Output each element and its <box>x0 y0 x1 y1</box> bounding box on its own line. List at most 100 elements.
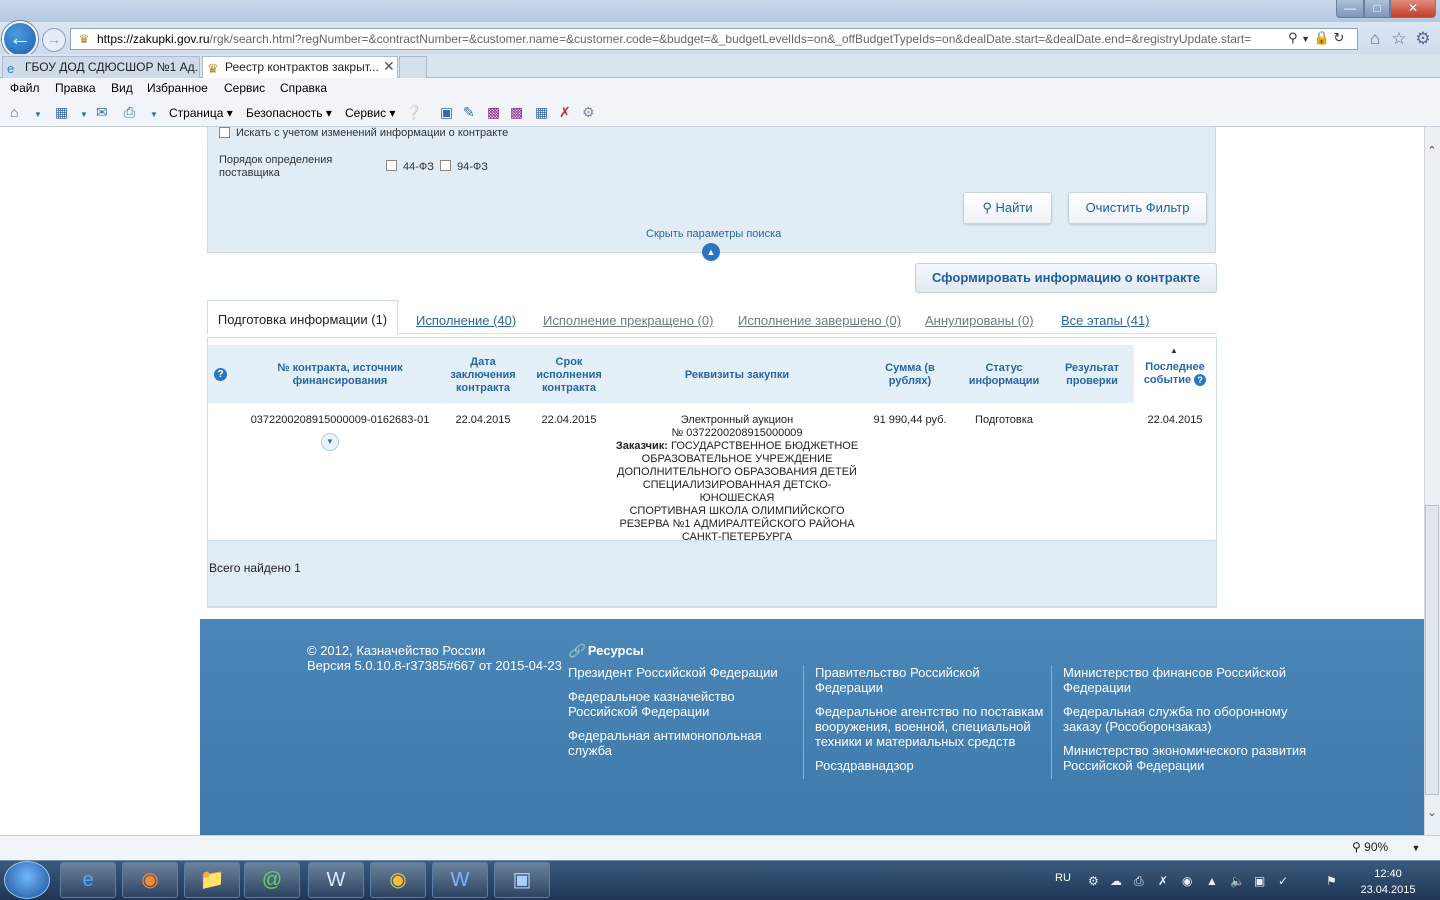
footer-link[interactable]: Президент Российской Федерации <box>568 665 798 680</box>
header-execution-term[interactable]: Срок исполнения контракта <box>527 356 611 395</box>
law-94-checkbox[interactable] <box>440 160 451 171</box>
cell-contract-number[interactable]: 0372200208915000009-0162683-01 <box>250 414 430 427</box>
find-button[interactable]: ⚲ Найти <box>963 192 1052 224</box>
file-explorer-icon[interactable]: 📁 <box>184 862 240 898</box>
mail-agent-icon[interactable]: @ <box>244 862 300 898</box>
volume-icon[interactable]: 🔈 <box>1230 874 1245 888</box>
image-viewer-icon[interactable]: ▣ <box>494 862 550 898</box>
footer-link[interactable]: Федеральное казначейство Российской Федер… <box>568 689 798 719</box>
help-icon[interactable]: ? <box>1194 374 1207 386</box>
close-tab-icon[interactable]: ✕ <box>383 56 395 76</box>
lock-icon[interactable]: 🔒 <box>1314 30 1330 45</box>
toolbar-addon-icon[interactable]: ▩ <box>510 104 523 121</box>
tab-stage-completed[interactable]: Исполнение завершено (0) <box>738 313 901 328</box>
tab-stage-all[interactable]: Все этапы (41) <box>1061 313 1150 328</box>
dropdown-icon[interactable]: ▼ <box>34 110 42 119</box>
tab-stage-preparation[interactable]: Подготовка информации (1) <box>207 300 398 335</box>
maximize-button[interactable]: □ <box>1364 0 1390 18</box>
menu-file[interactable]: Файл <box>10 81 40 95</box>
header-requisites[interactable]: Реквизиты закупки <box>637 369 837 382</box>
hide-search-params-link[interactable]: Скрыть параметры поиска <box>646 228 781 240</box>
sort-ascending-icon[interactable]: ▲ <box>1170 346 1178 355</box>
help-icon[interactable]: ❔ <box>405 104 422 121</box>
firefox-icon[interactable]: ◉ <box>122 862 178 898</box>
gear-icon[interactable]: ⚙ <box>1412 28 1434 50</box>
tab-stage-execution[interactable]: Исполнение (40) <box>416 313 516 328</box>
page-menu[interactable]: Страница ▾ <box>169 106 233 120</box>
browser-tab-2[interactable]: ♛ Реестр контрактов закрыт... <box>202 56 398 78</box>
action-center-icon[interactable]: ⚑ <box>1326 874 1337 888</box>
dropdown-icon[interactable]: ▼ <box>1301 34 1310 44</box>
tray-icon[interactable]: ◉ <box>1182 874 1192 888</box>
new-tab-button[interactable] <box>399 56 427 78</box>
scroll-up-icon[interactable]: ⌃ <box>1424 144 1440 157</box>
address-bar[interactable]: https://zakupki.gov.ru/rgk/search.html?r… <box>70 28 1358 50</box>
tab-stage-terminated[interactable]: Исполнение прекращено (0) <box>543 313 713 328</box>
scroll-down-icon[interactable]: ⌄ <box>1424 806 1440 819</box>
footer-link[interactable]: Федеральная служба по оборонному заказу (… <box>1063 704 1313 734</box>
print-icon[interactable]: ⎙ <box>124 104 135 121</box>
internet-explorer-icon[interactable]: e <box>60 862 116 898</box>
security-menu[interactable]: Безопасность ▾ <box>246 106 332 120</box>
header-sum[interactable]: Сумма (в рублях) <box>871 362 949 388</box>
windows-start-icon[interactable] <box>4 861 50 899</box>
language-indicator[interactable]: RU <box>1055 872 1071 884</box>
gear-icon[interactable]: ⚙ <box>582 104 595 121</box>
menu-favorites[interactable]: Избранное <box>147 81 208 95</box>
network-icon[interactable]: ▣ <box>1254 874 1265 888</box>
toolbar-addon-icon[interactable]: ▦ <box>535 104 548 121</box>
footer-link[interactable]: Федеральная антимонопольная служба <box>568 728 798 758</box>
footer-link[interactable]: Правительство Российской Федерации <box>815 665 1047 695</box>
system-clock[interactable]: 12:40 23.04.2015 <box>1356 866 1420 898</box>
expand-icon[interactable]: ▼ <box>321 433 339 451</box>
toolbar-addon-icon[interactable]: ✗ <box>559 104 571 121</box>
word-document-icon[interactable]: W <box>308 862 364 898</box>
zoom-control[interactable]: ⚲ 90% ▼ <box>1352 840 1420 854</box>
toolbar-addon-icon[interactable]: ▣ <box>440 104 453 121</box>
feeds-icon[interactable]: ▦ <box>55 104 68 121</box>
minimize-button[interactable]: — <box>1336 0 1364 18</box>
header-conclusion-date[interactable]: Дата заключения контракта <box>441 356 525 395</box>
cell-requisites[interactable]: Электронный аукцион № 037220020891500000… <box>607 414 867 544</box>
word-icon[interactable]: W <box>432 862 488 898</box>
footer-link[interactable]: Министерство финансов Российской Федераци… <box>1063 665 1313 695</box>
back-arrow-icon[interactable]: ← <box>2 21 38 57</box>
toolbar-addon-icon[interactable]: ▩ <box>487 104 500 121</box>
menu-help[interactable]: Справка <box>280 81 327 95</box>
tray-icon[interactable]: ✗ <box>1158 874 1168 888</box>
close-window-button[interactable]: ✕ <box>1390 0 1436 18</box>
home-icon[interactable]: ⌂ <box>1364 28 1386 50</box>
menu-view[interactable]: Вид <box>111 81 133 95</box>
law-44-checkbox[interactable] <box>386 160 397 171</box>
header-status[interactable]: Статус информации <box>962 362 1046 388</box>
tray-icon[interactable]: ✓ <box>1278 874 1288 888</box>
search-icon[interactable]: ⚲ <box>1288 30 1298 45</box>
star-icon[interactable]: ☆ <box>1388 28 1410 50</box>
footer-link[interactable]: Федеральное агентство по поставкам вооруж… <box>815 704 1047 749</box>
home-icon[interactable]: ⌂ <box>10 104 18 120</box>
header-check-result[interactable]: Результат проверки <box>1050 362 1134 388</box>
mail-icon[interactable]: ✉ <box>96 104 108 121</box>
tray-icon[interactable]: ☁ <box>1110 874 1122 888</box>
scrollbar-thumb[interactable] <box>1425 505 1439 795</box>
collapse-icon[interactable]: ▲ <box>702 243 720 261</box>
header-contract-number[interactable]: № контракта, источник финансирования <box>250 362 430 388</box>
clear-filter-button[interactable]: Очистить Фильтр <box>1068 192 1207 224</box>
tray-icon[interactable]: ⎙ <box>1134 874 1144 889</box>
tray-icon[interactable]: ⚙ <box>1088 874 1099 888</box>
chrome-icon[interactable]: ◉ <box>370 862 426 898</box>
header-last-event[interactable]: Последнее событие ? <box>1136 361 1214 387</box>
menu-edit[interactable]: Правка <box>55 81 96 95</box>
forward-arrow-icon[interactable]: → <box>42 28 66 52</box>
footer-link[interactable]: Министерство экономического развития Росс… <box>1063 743 1313 773</box>
help-icon[interactable]: ? <box>214 368 227 381</box>
toolbar-addon-icon[interactable]: ✎ <box>463 104 475 121</box>
menu-tools[interactable]: Сервис <box>224 81 265 95</box>
changes-checkbox[interactable] <box>219 127 230 138</box>
footer-link[interactable]: Росздравнадзор <box>815 758 1047 773</box>
form-contract-info-button[interactable]: Сформировать информацию о контракте <box>915 263 1217 293</box>
browser-tab-1[interactable]: e ГБОУ ДОД СДЮСШОР №1 Ад... <box>2 56 200 78</box>
service-menu[interactable]: Сервис ▾ <box>345 106 395 120</box>
dropdown-icon[interactable]: ▼ <box>150 110 158 119</box>
dropdown-icon[interactable]: ▼ <box>80 110 88 119</box>
